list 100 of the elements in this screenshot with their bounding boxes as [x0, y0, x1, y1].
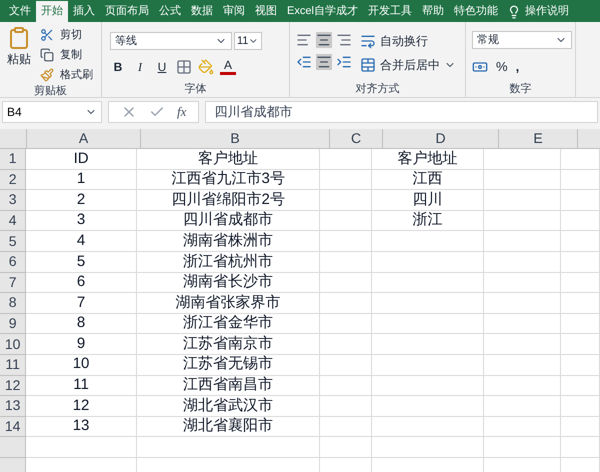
sheet-cell[interactable]: 4: [26, 231, 137, 252]
sheet-cell[interactable]: 2: [26, 190, 137, 211]
sheet-cell[interactable]: 江西省南昌市: [136, 376, 320, 396]
comma-button[interactable]: ,: [516, 57, 520, 76]
sheet-cell[interactable]: [320, 252, 372, 273]
sheet-cell[interactable]: 客户地址: [372, 149, 484, 170]
sheet-cell[interactable]: 江苏省无锡市: [136, 354, 320, 376]
sheet-cell[interactable]: [320, 314, 372, 334]
formula-input[interactable]: 四川省成都市: [205, 101, 598, 123]
sheet-cell[interactable]: 3: [26, 210, 137, 232]
sheet-cell[interactable]: [136, 437, 320, 458]
row-header[interactable]: 9: [0, 314, 26, 334]
border-icon[interactable]: [176, 59, 192, 75]
sheet-cell[interactable]: 江西省九江市3号: [136, 170, 320, 190]
sheet-cell[interactable]: 浙江省杭州市: [136, 252, 320, 273]
sheet-cell[interactable]: [320, 437, 372, 458]
font-size-dropdown[interactable]: 11: [234, 32, 262, 50]
format-painter-button[interactable]: 格式刷: [38, 66, 93, 84]
sheet-cell[interactable]: 四川省绵阳市2号: [136, 190, 320, 211]
sheet-cell[interactable]: [484, 231, 562, 252]
ribbon-tab[interactable]: 公式: [154, 1, 186, 22]
sheet-cell[interactable]: [484, 416, 562, 438]
sheet-cell[interactable]: [561, 416, 600, 438]
ribbon-tab[interactable]: 特色功能: [448, 1, 503, 22]
ribbon-tab[interactable]: 开发工具: [362, 1, 417, 22]
sheet-cell[interactable]: [372, 396, 484, 417]
sheet-cell[interactable]: [484, 210, 562, 232]
sheet-cell[interactable]: [484, 272, 562, 294]
cut-button[interactable]: 剪切: [38, 26, 93, 44]
sheet-cell[interactable]: 11: [26, 376, 137, 396]
sheet-cell[interactable]: [484, 252, 562, 273]
sheet-cell[interactable]: [320, 149, 372, 170]
align-middle-icon[interactable]: [316, 32, 332, 48]
ribbon-tab[interactable]: Excel自学成才: [282, 1, 363, 22]
sheet-cell[interactable]: [561, 252, 600, 273]
percent-button[interactable]: %: [496, 57, 508, 76]
row-header[interactable]: 14: [0, 416, 26, 438]
sheet-cell[interactable]: [372, 416, 484, 438]
sheet-cell[interactable]: 浙江省金华市: [136, 314, 320, 334]
sheet-cell[interactable]: [372, 354, 484, 376]
fill-color-icon[interactable]: [198, 59, 214, 75]
paste-button[interactable]: 粘贴: [4, 26, 34, 84]
column-header[interactable]: B: [141, 129, 330, 148]
row-header[interactable]: [0, 437, 26, 458]
align-center-icon[interactable]: [316, 54, 332, 70]
ribbon-tab[interactable]: 数据: [186, 1, 218, 22]
ribbon-tab[interactable]: 插入: [68, 1, 100, 22]
row-header[interactable]: 4: [0, 210, 26, 232]
sheet-cell[interactable]: [561, 354, 600, 376]
row-header[interactable]: 13: [0, 396, 26, 417]
sheet-cell[interactable]: 湖南省张家界市: [136, 293, 320, 314]
sheet-cell[interactable]: [320, 354, 372, 376]
sheet-cell[interactable]: [320, 334, 372, 355]
row-header[interactable]: 12: [0, 376, 26, 396]
sheet-cell[interactable]: [320, 231, 372, 252]
sheet-cell[interactable]: [26, 437, 137, 458]
sheet-cell[interactable]: 湖北省武汉市: [136, 396, 320, 417]
sheet-cell[interactable]: [484, 354, 562, 376]
sheet-cell[interactable]: 8: [26, 314, 137, 334]
sheet-cell[interactable]: [561, 272, 600, 294]
align-bottom-icon[interactable]: [336, 32, 352, 48]
ribbon-tab[interactable]: 页面布局: [100, 1, 154, 22]
sheet-cell[interactable]: 湖南省株洲市: [136, 231, 320, 252]
ribbon-tab[interactable]: 审阅: [218, 1, 250, 22]
sheet-cell[interactable]: [561, 170, 600, 190]
row-header[interactable]: 1: [0, 149, 26, 170]
sheet-cell[interactable]: [484, 149, 562, 170]
insert-function-button[interactable]: fx: [177, 102, 186, 122]
sheet-cell[interactable]: [320, 210, 372, 232]
sheet-cell[interactable]: 湖北省襄阳市: [136, 416, 320, 438]
sheet-cell[interactable]: [320, 170, 372, 190]
sheet-cell[interactable]: 客户地址: [136, 149, 320, 170]
row-header[interactable]: 10: [0, 334, 26, 355]
sheet-cell[interactable]: [561, 293, 600, 314]
sheet-cell[interactable]: 10: [26, 354, 137, 376]
row-header[interactable]: 3: [0, 190, 26, 211]
copy-button[interactable]: 复制: [38, 46, 93, 64]
sheet-cell[interactable]: [372, 334, 484, 355]
sheet-cell[interactable]: [320, 416, 372, 438]
sheet-cell[interactable]: [561, 149, 600, 170]
sheet-cell[interactable]: [484, 396, 562, 417]
sheet-cell[interactable]: [484, 334, 562, 355]
ribbon-tab[interactable]: 开始: [36, 1, 68, 22]
sheet-cell[interactable]: [372, 437, 484, 458]
underline-button[interactable]: U: [154, 58, 170, 76]
sheet-cell[interactable]: [372, 272, 484, 294]
italic-button[interactable]: I: [132, 58, 148, 76]
sheet-cell[interactable]: [372, 314, 484, 334]
sheet-cell[interactable]: [561, 396, 600, 417]
sheet-cell[interactable]: 四川省成都市: [136, 210, 320, 232]
sheet-cell[interactable]: [320, 396, 372, 417]
sheet-cell[interactable]: 7: [26, 293, 137, 314]
sheet-cell[interactable]: 1: [26, 170, 137, 190]
column-header[interactable]: D: [383, 129, 499, 148]
sheet-cell[interactable]: [484, 376, 562, 396]
sheet-cell[interactable]: [372, 293, 484, 314]
sheet-cell[interactable]: [484, 314, 562, 334]
sheet-cell[interactable]: 5: [26, 252, 137, 273]
sheet-cell[interactable]: [320, 376, 372, 396]
column-header[interactable]: E: [499, 129, 578, 148]
